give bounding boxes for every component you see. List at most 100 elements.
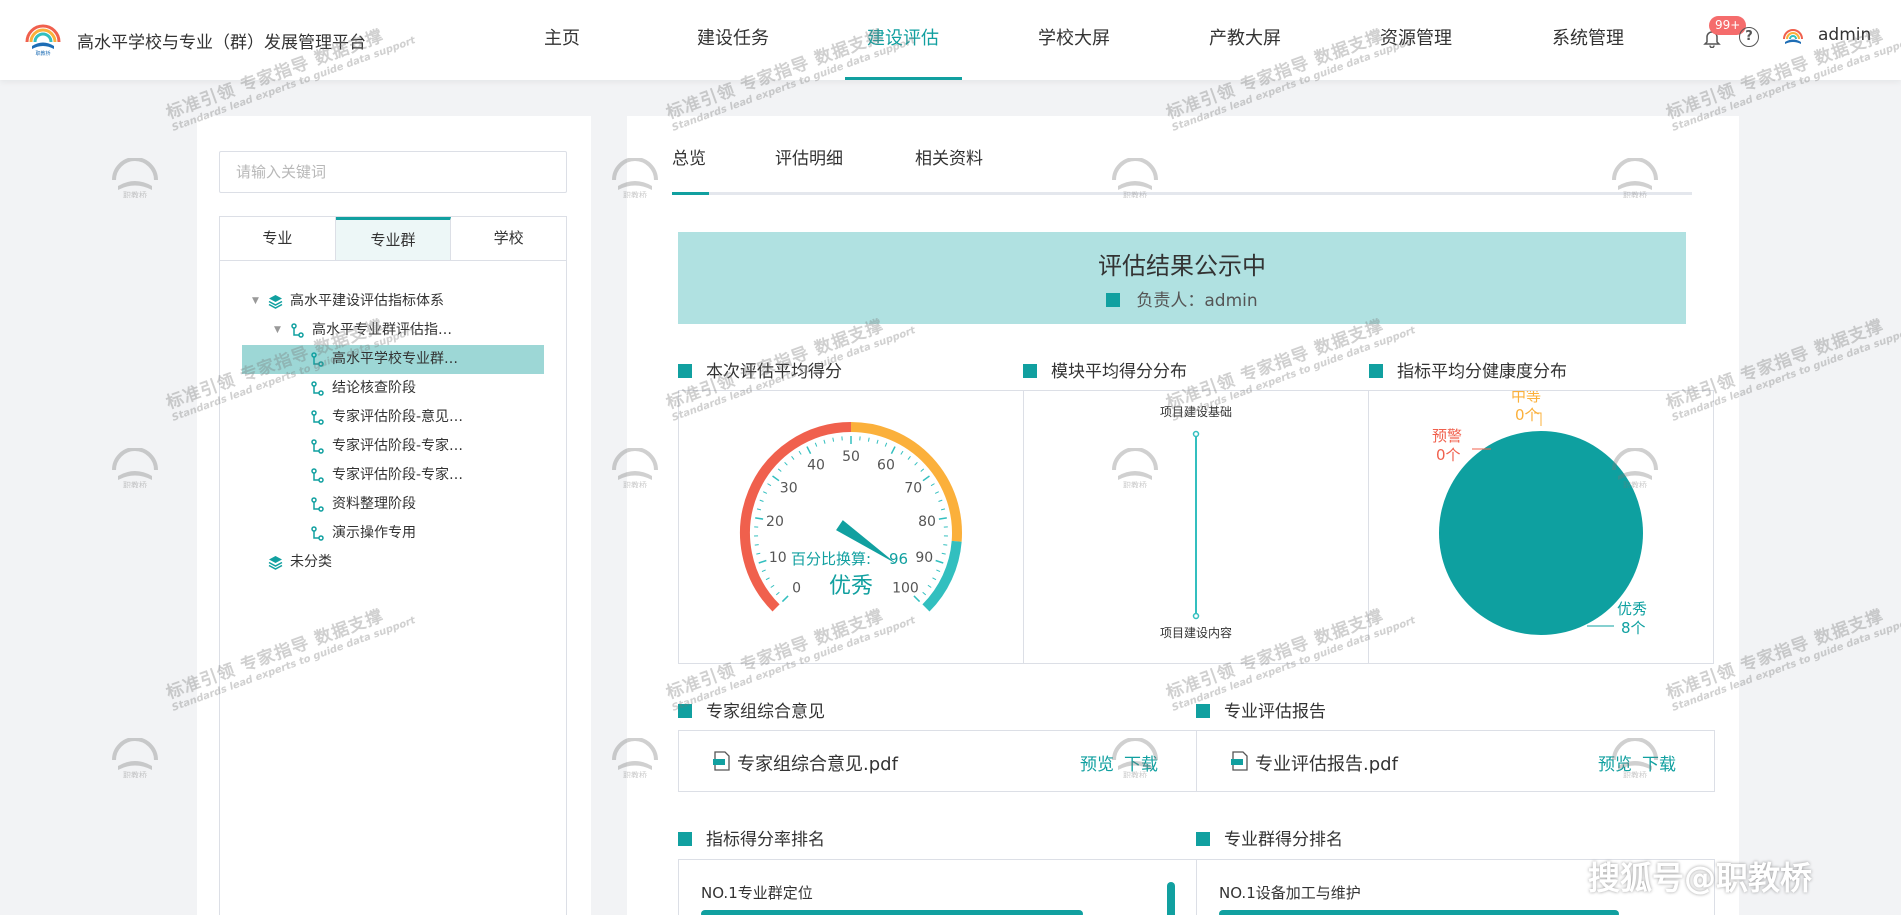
section-label: 本次评估平均得分 [706,362,842,382]
tree-node-leaf[interactable]: 专家评估阶段-意见… [220,403,566,432]
gauge-tick [756,552,761,555]
rank-bar [701,910,1083,915]
right-panel: 总览 评估明细 相关资料 评估结果公示中 负责人：admin 本次评估平均得分 … [627,116,1739,915]
nav-tasks[interactable]: 建设任务 [696,0,770,80]
module-radar-chart: 项目建设基础 项目建设内容 [1160,405,1232,640]
svg-text:职教桥: 职教桥 [35,50,50,56]
tab-school[interactable]: 学校 [451,217,566,260]
gauge-tick [907,456,911,460]
banner-title: 评估结果公示中 [1098,252,1266,280]
tree-node-label: 结论核查阶段 [332,380,416,396]
tab-overview[interactable]: 总览 [672,144,706,169]
gauge-tick [775,591,780,596]
branch-icon [311,439,324,454]
nav-industry-screen[interactable]: 产教大屏 [1208,0,1282,80]
owner-text: 负责人：admin [1136,291,1258,311]
watermark-brand: 职教桥 [123,480,147,488]
branch-icon [311,381,324,396]
gauge-tick [938,499,943,502]
platform-logo: 职教桥 [25,24,61,56]
download-link[interactable]: 下载 [1124,750,1158,775]
square-marker-icon [678,364,692,378]
username[interactable]: admin [1818,25,1871,45]
gauge-tick [935,559,944,564]
tree-node-label: 专家评估阶段-专家… [332,467,464,483]
section-indicator-rank: 指标得分率排名 [678,825,825,850]
tree-node-leaf[interactable]: 专家评估阶段-专家… [220,461,566,490]
search-input[interactable] [219,151,567,193]
gauge-tick [922,591,927,596]
branch-icon [311,497,324,512]
branch-icon [311,352,324,367]
preview-link[interactable]: 预览 [1598,750,1632,775]
scrollbar-thumb[interactable] [1167,882,1175,915]
gauge-tick-label: 60 [877,457,895,473]
nav-home[interactable]: 主页 [540,0,584,80]
help-icon[interactable]: ? [1739,27,1759,47]
tab-related-docs[interactable]: 相关资料 [915,144,983,169]
module-axis-bottom-label: 项目建设内容 [1160,625,1232,640]
gauge-tick [823,439,826,444]
rank-item-label: NO.1专业群定位 [701,884,813,902]
pie-label-warning-name: 预警 [1432,427,1462,445]
gauge-tick [941,552,946,555]
section-label: 专家组综合意见 [706,702,825,722]
gauge-tick [777,468,782,472]
gauge-tick [758,559,767,564]
nav-system[interactable]: 系统管理 [1551,0,1625,80]
gauge-tick-label: 90 [915,550,933,566]
square-marker-icon [1106,293,1121,307]
indicator-rank-box: NO.1专业群定位 [678,859,1197,915]
doc-card-major-report: 专业评估报告.pdf 预览 下载 [1196,730,1715,792]
nav-school-screen[interactable]: 学校大屏 [1037,0,1111,80]
module-axis-top-label: 项目建设基础 [1160,405,1232,419]
gauge-tick-label: 50 [842,449,860,465]
pie-slice-excellent [1439,431,1643,635]
tab-eval-detail[interactable]: 评估明细 [775,144,843,169]
tree-node-leaf[interactable]: 专家评估阶段-专家… [220,432,566,461]
score-gauge: 0 10 20 30 40 50 60 70 80 90 100 百分比换算: 96 优秀 [740,422,962,612]
gauge-tick [940,508,946,511]
branch-icon [311,468,324,483]
square-marker-icon [1369,364,1383,378]
gauge-tick [784,461,788,466]
tree-node-label: 高水平建设评估指标体系 [290,293,444,309]
branch-icon [311,526,324,541]
preview-link[interactable]: 预览 [1080,750,1114,775]
gauge-tick [900,450,904,455]
tree-node-uncategorized[interactable]: 未分类 [220,548,566,577]
tree-node-root[interactable]: ▼ 高水平建设评估指标体系 [220,287,566,316]
tree-node-leaf[interactable]: 演示操作专用 [220,519,566,548]
gauge-tick [761,569,766,572]
avatar[interactable] [1782,26,1804,48]
section-label: 专业评估报告 [1224,702,1326,722]
watermark-brand: 职教桥 [123,190,147,198]
tree-node-selected[interactable]: 高水平学校专业群… [242,345,544,374]
download-link[interactable]: 下载 [1642,750,1676,775]
caret-down-icon[interactable]: ▼ [274,316,281,345]
gauge-tick [754,544,759,546]
module-point [1192,612,1200,620]
tree-node-label: 高水平学校专业群… [332,351,458,367]
tree-node-label: 未分类 [290,554,332,570]
section-label: 指标得分率排名 [706,830,825,850]
section-health-dist: 指标平均分健康度分布 [1369,357,1567,382]
square-marker-icon [1196,704,1210,718]
tree-node-child[interactable]: ▼ 高水平专业群评估指… [220,316,566,345]
gauge-tick [913,595,921,603]
gauge-tick [920,468,925,472]
gauge-tick [832,437,835,442]
health-chart-box: 中等 0个 预警 0个 优秀 8个 [1368,387,1714,664]
caret-down-icon[interactable]: ▼ [252,287,259,316]
tree-node-leaf[interactable]: 结论核查阶段 [220,374,566,403]
tab-major-group[interactable]: 专业群 [335,217,452,260]
nav-resources[interactable]: 资源管理 [1379,0,1453,80]
gauge-tick [755,517,764,520]
gauge-tick [943,544,948,546]
gauge-tick [876,439,879,444]
tree-node-leaf[interactable]: 资料整理阶段 [220,490,566,519]
tab-major[interactable]: 专业 [220,217,336,260]
nav-evaluation[interactable]: 建设评估 [866,0,940,80]
health-pie-chart: 中等 0个 预警 0个 优秀 8个 [1432,387,1647,637]
pie-label-warning-count: 0个 [1436,446,1461,464]
